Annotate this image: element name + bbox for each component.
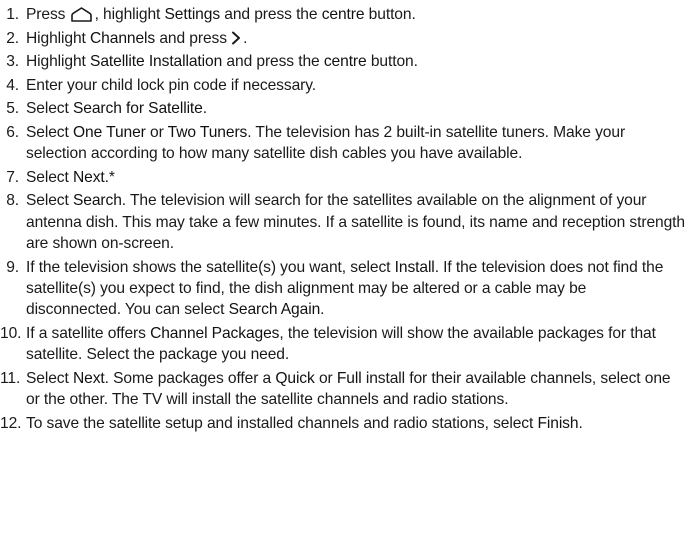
step-text-segment: If the television shows the satellite(s)… bbox=[26, 258, 395, 276]
step-number: 4. bbox=[6, 76, 19, 94]
keyword: Satellite Installation bbox=[90, 53, 223, 71]
step-text-segment: or bbox=[145, 123, 168, 141]
keyword: centre bbox=[321, 6, 365, 23]
step-text-segment: button. bbox=[364, 6, 416, 23]
keyword: Search bbox=[72, 192, 122, 210]
instruction-step: 8. Select Search. The television will se… bbox=[0, 190, 685, 254]
step-text-segment: If a satellite offers bbox=[26, 324, 151, 342]
keyword: Next bbox=[72, 168, 105, 186]
step-text: Select Search. The television will searc… bbox=[26, 192, 685, 252]
step-number: 6. bbox=[6, 123, 19, 141]
instruction-step: 10. If a satellite offers Channel Packag… bbox=[0, 323, 685, 366]
step-number: 1. bbox=[6, 6, 19, 23]
step-text-segment: Enter your child lock pin code if necess… bbox=[26, 76, 317, 94]
step-text-segment: Highlight bbox=[26, 53, 91, 71]
step-text-segment: or bbox=[314, 369, 337, 387]
chevron-right-icon bbox=[231, 30, 241, 46]
step-text-segment: . bbox=[578, 414, 583, 432]
step-text-segment: . bbox=[243, 29, 248, 47]
step-text: Select One Tuner or Two Tuners. The tele… bbox=[26, 124, 625, 162]
step-text: Select Next.* bbox=[26, 169, 115, 186]
keyword: Two Tuners bbox=[167, 123, 248, 141]
step-text: Select Next. Some packages offer a Quick… bbox=[26, 369, 671, 408]
step-text-segment: Highlight bbox=[26, 29, 91, 47]
instruction-step: 5. Select Search for Satellite. bbox=[0, 98, 685, 119]
step-text-segment: . The television will search for the sat… bbox=[26, 192, 685, 253]
keyword: Channel Packages bbox=[150, 324, 280, 342]
keyword: Finish bbox=[537, 414, 579, 432]
instruction-step: 7. Select Next.* bbox=[0, 167, 685, 188]
step-text-segment: and press the bbox=[222, 53, 324, 71]
keyword: Search Again bbox=[228, 301, 321, 319]
step-number: 5. bbox=[6, 100, 19, 118]
step-text-segment: . bbox=[202, 100, 207, 118]
step-number: 9. bbox=[6, 258, 19, 276]
instruction-step: 4. Enter your child lock pin code if nec… bbox=[0, 75, 685, 96]
step-text-segment: Select bbox=[26, 123, 73, 141]
step-text-segment: To save the satellite setup and installe… bbox=[26, 414, 538, 432]
step-text: If a satellite offers Channel Packages, … bbox=[26, 325, 656, 363]
step-text-segment: Select bbox=[26, 192, 73, 210]
step-text: Highlight Satellite Installation and pre… bbox=[26, 53, 418, 70]
keyword: centre bbox=[323, 53, 367, 71]
step-number: 3. bbox=[6, 53, 19, 71]
step-text-segment: button. bbox=[366, 53, 418, 71]
keyword: Quick bbox=[275, 369, 315, 387]
step-text-segment: and press bbox=[155, 29, 232, 47]
keyword: Settings bbox=[164, 6, 221, 23]
instruction-step: 11. Select Next. Some packages offer a Q… bbox=[0, 368, 685, 411]
instruction-step: 6. Select One Tuner or Two Tuners. The t… bbox=[0, 122, 685, 165]
step-text-segment: . Some packages offer a bbox=[104, 369, 276, 387]
step-text-segment: . bbox=[320, 301, 325, 319]
step-text-segment: and press the bbox=[220, 6, 322, 23]
instruction-list: 1. Press , highlight Settings and press … bbox=[0, 4, 685, 436]
step-number: 7. bbox=[6, 168, 19, 186]
step-number: 11. bbox=[0, 369, 21, 387]
keyword: Full bbox=[336, 369, 362, 387]
step-text-segment: , highlight bbox=[94, 6, 165, 23]
keyword: One Tuner bbox=[72, 123, 146, 141]
step-text: Highlight Channels and press . bbox=[26, 30, 247, 47]
step-text: To save the satellite setup and installe… bbox=[26, 415, 583, 432]
step-text-segment: Select bbox=[26, 100, 73, 118]
keyword: Next bbox=[72, 369, 105, 387]
keyword: Install bbox=[394, 258, 435, 276]
keyword: Channels bbox=[90, 29, 156, 47]
step-number: 8. bbox=[6, 192, 19, 210]
step-text-segment: .* bbox=[104, 168, 115, 186]
step-text: Select Search for Satellite. bbox=[26, 100, 207, 117]
step-number: 10. bbox=[0, 324, 22, 342]
step-text-segment: Select bbox=[26, 369, 73, 387]
step-number: 2. bbox=[6, 29, 19, 47]
keyword: Search for Satellite bbox=[72, 100, 203, 118]
instruction-step: 2. Highlight Channels and press . bbox=[0, 28, 685, 49]
instruction-step: 1. Press , highlight Settings and press … bbox=[0, 4, 685, 25]
step-text: Press , highlight Settings and press the… bbox=[26, 6, 416, 23]
instruction-step: 3. Highlight Satellite Installation and … bbox=[0, 51, 685, 72]
step-number: 12. bbox=[0, 414, 22, 432]
step-text-segment: Press bbox=[26, 6, 70, 23]
step-text: Enter your child lock pin code if necess… bbox=[26, 77, 316, 94]
instruction-step: 12. To save the satellite setup and inst… bbox=[0, 413, 685, 434]
step-text-segment: Select bbox=[26, 168, 73, 186]
step-text: If the television shows the satellite(s)… bbox=[26, 259, 663, 319]
home-icon bbox=[70, 6, 93, 22]
instruction-step: 9. If the television shows the satellite… bbox=[0, 257, 685, 321]
